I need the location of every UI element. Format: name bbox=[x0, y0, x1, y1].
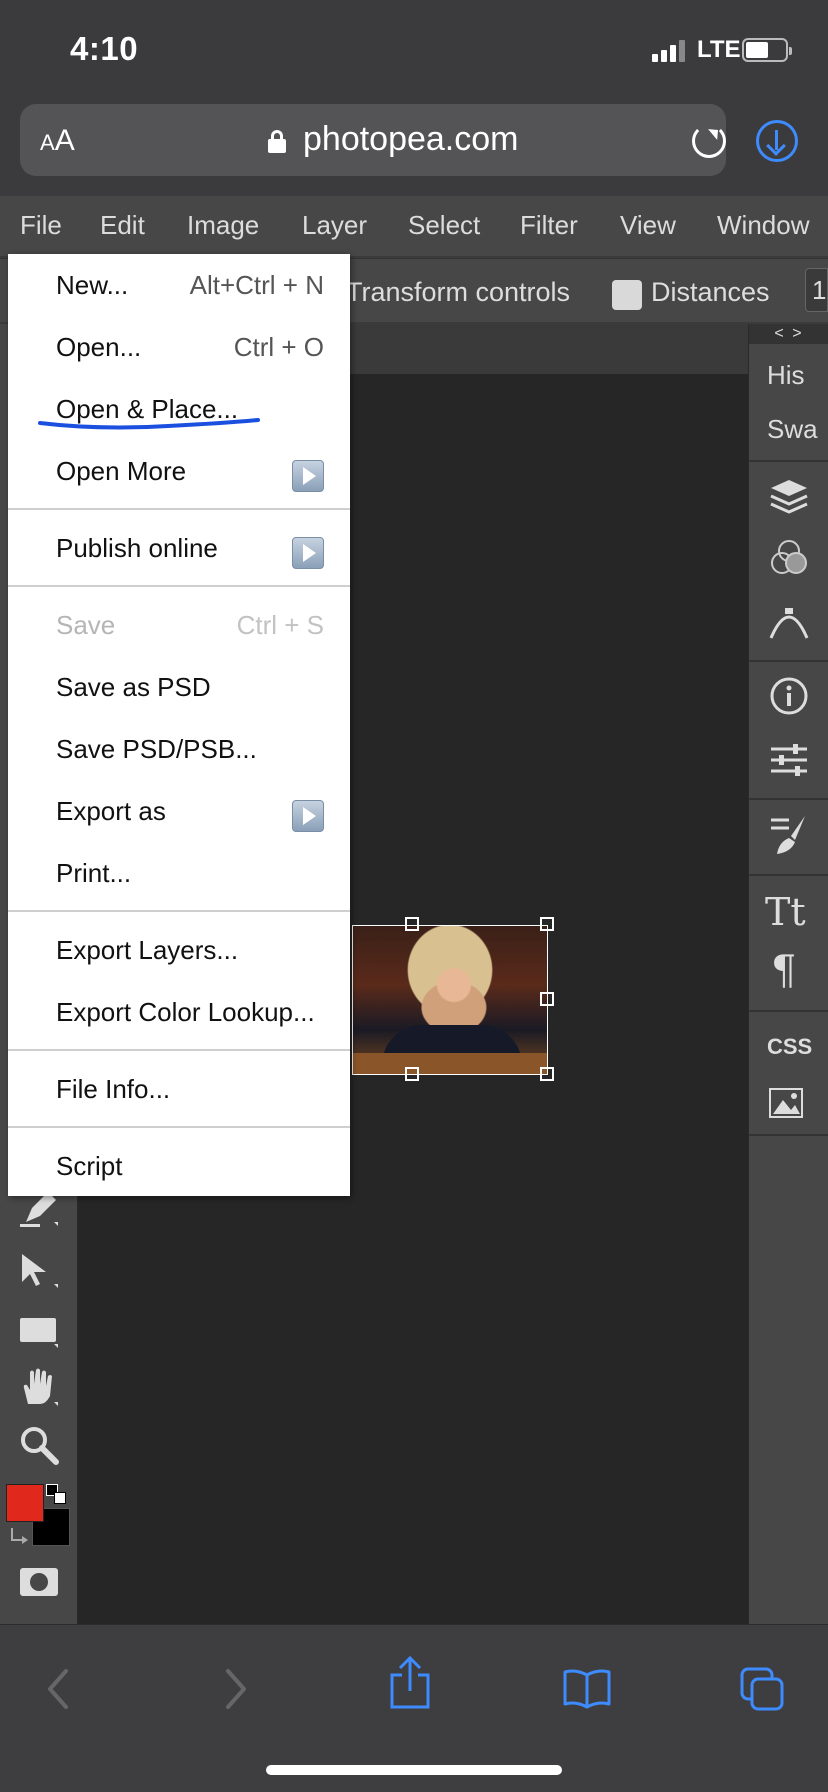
menu-filter[interactable]: Filter bbox=[520, 210, 578, 241]
network-type: LTE bbox=[697, 36, 741, 63]
shortcut-save: Ctrl + S bbox=[236, 610, 324, 640]
menu-file[interactable]: File bbox=[20, 210, 62, 241]
distances-checkbox[interactable] bbox=[612, 280, 642, 310]
hand-tool-icon[interactable] bbox=[18, 1366, 60, 1408]
quick-mask-icon[interactable] bbox=[18, 1560, 60, 1602]
menu-item-print[interactable]: Print... bbox=[56, 858, 131, 889]
right-panel: < > His Swa Tt ¶ CSS bbox=[748, 324, 828, 1624]
options-overflow[interactable]: 1 bbox=[805, 268, 828, 312]
menu-window[interactable]: Window bbox=[717, 210, 809, 241]
rectangle-tool-icon[interactable] bbox=[18, 1308, 60, 1350]
brush-settings-icon[interactable] bbox=[769, 814, 809, 856]
menu-item-save-psd-psb[interactable]: Save PSD/PSB... bbox=[56, 734, 257, 765]
file-menu-dropdown: New... Alt+Ctrl + N Open... Ctrl + O Ope… bbox=[8, 254, 350, 1196]
menu-item-new[interactable]: New... bbox=[56, 270, 128, 301]
zoom-tool-icon[interactable] bbox=[18, 1424, 60, 1466]
shortcut-new: Alt+Ctrl + N bbox=[189, 270, 324, 300]
path-select-tool-icon[interactable] bbox=[18, 1250, 60, 1292]
transform-handle[interactable] bbox=[540, 1067, 554, 1081]
transform-handle[interactable] bbox=[405, 917, 419, 931]
menu-edit[interactable]: Edit bbox=[100, 210, 145, 241]
panel-collapse-arrows[interactable]: < > bbox=[749, 324, 828, 344]
transform-handle[interactable] bbox=[540, 917, 554, 931]
menu-item-open-more[interactable]: Open More bbox=[56, 456, 186, 487]
menu-item-script[interactable]: Script bbox=[56, 1151, 122, 1182]
menu-item-export-color-lookup[interactable]: Export Color Lookup... bbox=[56, 997, 315, 1028]
url-text[interactable]: photopea.com bbox=[303, 120, 519, 159]
submenu-arrow-icon[interactable] bbox=[292, 460, 324, 492]
menu-item-publish-online[interactable]: Publish online bbox=[56, 533, 218, 564]
menu-item-export-layers[interactable]: Export Layers... bbox=[56, 935, 238, 966]
menu-item-save-as-psd[interactable]: Save as PSD bbox=[56, 672, 211, 703]
distances-label[interactable]: Distances bbox=[651, 277, 770, 308]
transform-handle[interactable] bbox=[540, 992, 554, 1006]
layers-icon[interactable] bbox=[769, 476, 809, 516]
css-panel-icon[interactable]: CSS bbox=[767, 1034, 812, 1060]
transform-handle[interactable] bbox=[405, 1067, 419, 1081]
lock-icon bbox=[268, 130, 286, 153]
properties-icon[interactable] bbox=[769, 740, 809, 780]
cellular-signal-icon bbox=[652, 40, 686, 62]
foreground-color-swatch[interactable] bbox=[6, 1484, 44, 1522]
status-time: 4:10 bbox=[70, 30, 139, 67]
submenu-arrow-icon[interactable] bbox=[292, 537, 324, 569]
submenu-arrow-icon[interactable] bbox=[292, 800, 324, 832]
menu-image[interactable]: Image bbox=[187, 210, 259, 241]
download-icon[interactable] bbox=[756, 120, 798, 162]
status-bar: 4:10 LTE bbox=[0, 0, 828, 100]
swatches-tab[interactable]: Swa bbox=[767, 414, 818, 445]
history-tab[interactable]: His bbox=[767, 360, 805, 391]
bookmarks-icon[interactable] bbox=[562, 1667, 612, 1709]
channels-icon[interactable] bbox=[769, 538, 809, 578]
shortcut-open: Ctrl + O bbox=[233, 332, 324, 362]
transform-controls-label[interactable]: Transform controls bbox=[346, 277, 570, 308]
back-icon[interactable] bbox=[44, 1667, 72, 1711]
text-size-button[interactable]: AA bbox=[40, 124, 75, 158]
menu-item-export-as[interactable]: Export as bbox=[56, 796, 166, 827]
swap-colors-icon[interactable] bbox=[8, 1524, 30, 1546]
annotation-underline bbox=[38, 418, 260, 430]
image-panel-icon[interactable] bbox=[769, 1088, 803, 1118]
menu-item-file-info[interactable]: File Info... bbox=[56, 1074, 170, 1105]
info-icon[interactable] bbox=[769, 676, 809, 716]
character-icon[interactable]: Tt bbox=[765, 890, 806, 934]
app-menubar: File Edit Image Layer Select Filter View… bbox=[0, 196, 828, 256]
battery-icon bbox=[742, 38, 792, 62]
menu-item-open[interactable]: Open... bbox=[56, 332, 141, 363]
forward-icon[interactable] bbox=[222, 1667, 250, 1711]
menu-view[interactable]: View bbox=[620, 210, 676, 241]
paragraph-icon[interactable]: ¶ bbox=[771, 948, 796, 994]
tabs-icon[interactable] bbox=[740, 1667, 786, 1713]
menu-item-save: Save bbox=[56, 610, 116, 640]
paths-icon[interactable] bbox=[769, 602, 809, 642]
share-icon[interactable] bbox=[388, 1655, 432, 1711]
reload-icon[interactable] bbox=[692, 124, 726, 158]
home-indicator[interactable] bbox=[266, 1765, 562, 1775]
address-bar[interactable]: AA photopea.com bbox=[20, 104, 726, 176]
menu-select[interactable]: Select bbox=[408, 210, 480, 241]
transform-selection[interactable] bbox=[352, 925, 548, 1075]
menu-layer[interactable]: Layer bbox=[302, 210, 367, 241]
